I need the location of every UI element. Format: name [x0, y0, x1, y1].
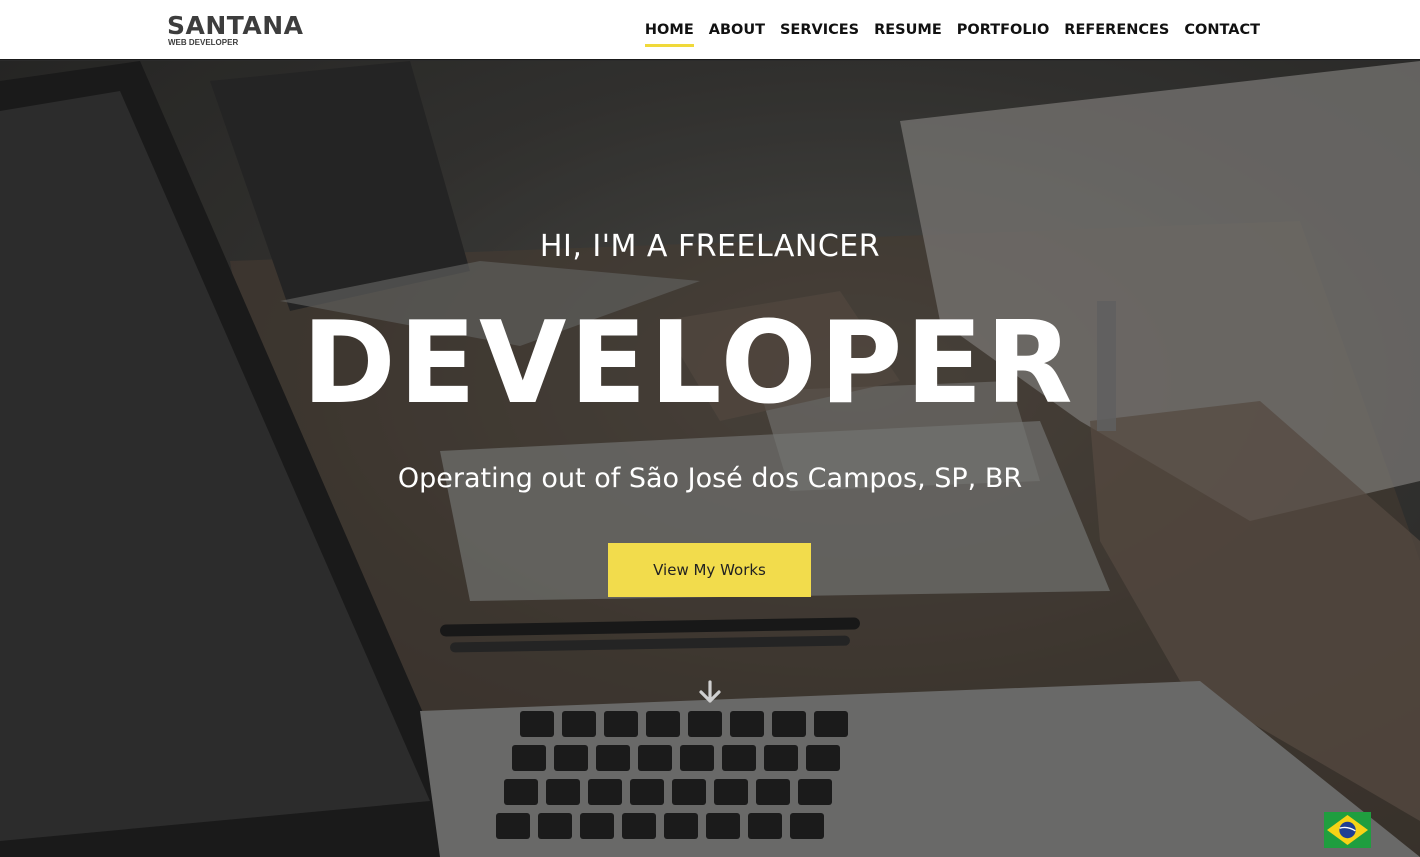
view-my-works-button[interactable]: View My Works: [608, 543, 811, 597]
hero-title: DEVELOPER: [302, 297, 1076, 429]
nav-services[interactable]: SERVICES: [780, 20, 859, 40]
logo-name: SANTANA: [167, 11, 304, 40]
brazil-flag-icon[interactable]: [1324, 812, 1371, 848]
top-navbar: SANTANA WEB DEVELOPER HOME ABOUT SERVICE…: [0, 0, 1420, 60]
main-nav: HOME ABOUT SERVICES RESUME PORTFOLIO REF…: [644, 0, 1260, 60]
hero-pretitle: HI, I'M A FREELANCER: [539, 229, 881, 264]
arrow-down-icon[interactable]: [697, 679, 723, 705]
hero-section: HI, I'M A FREELANCER DEVELOPER Operating…: [0, 61, 1420, 857]
nav-portfolio[interactable]: PORTFOLIO: [957, 20, 1050, 40]
hero-dark-overlay: [0, 61, 1420, 857]
site-logo[interactable]: SANTANA WEB DEVELOPER: [167, 12, 304, 47]
nav-references[interactable]: REFERENCES: [1064, 20, 1169, 40]
nav-home[interactable]: HOME: [644, 20, 694, 47]
nav-contact[interactable]: CONTACT: [1184, 20, 1260, 40]
nav-resume[interactable]: RESUME: [874, 20, 942, 40]
nav-about[interactable]: ABOUT: [709, 20, 765, 40]
logo-tagline: WEB DEVELOPER: [168, 38, 239, 47]
typing-cursor: [1097, 301, 1116, 431]
hero-subtitle: Operating out of São José dos Campos, SP…: [397, 463, 1023, 494]
